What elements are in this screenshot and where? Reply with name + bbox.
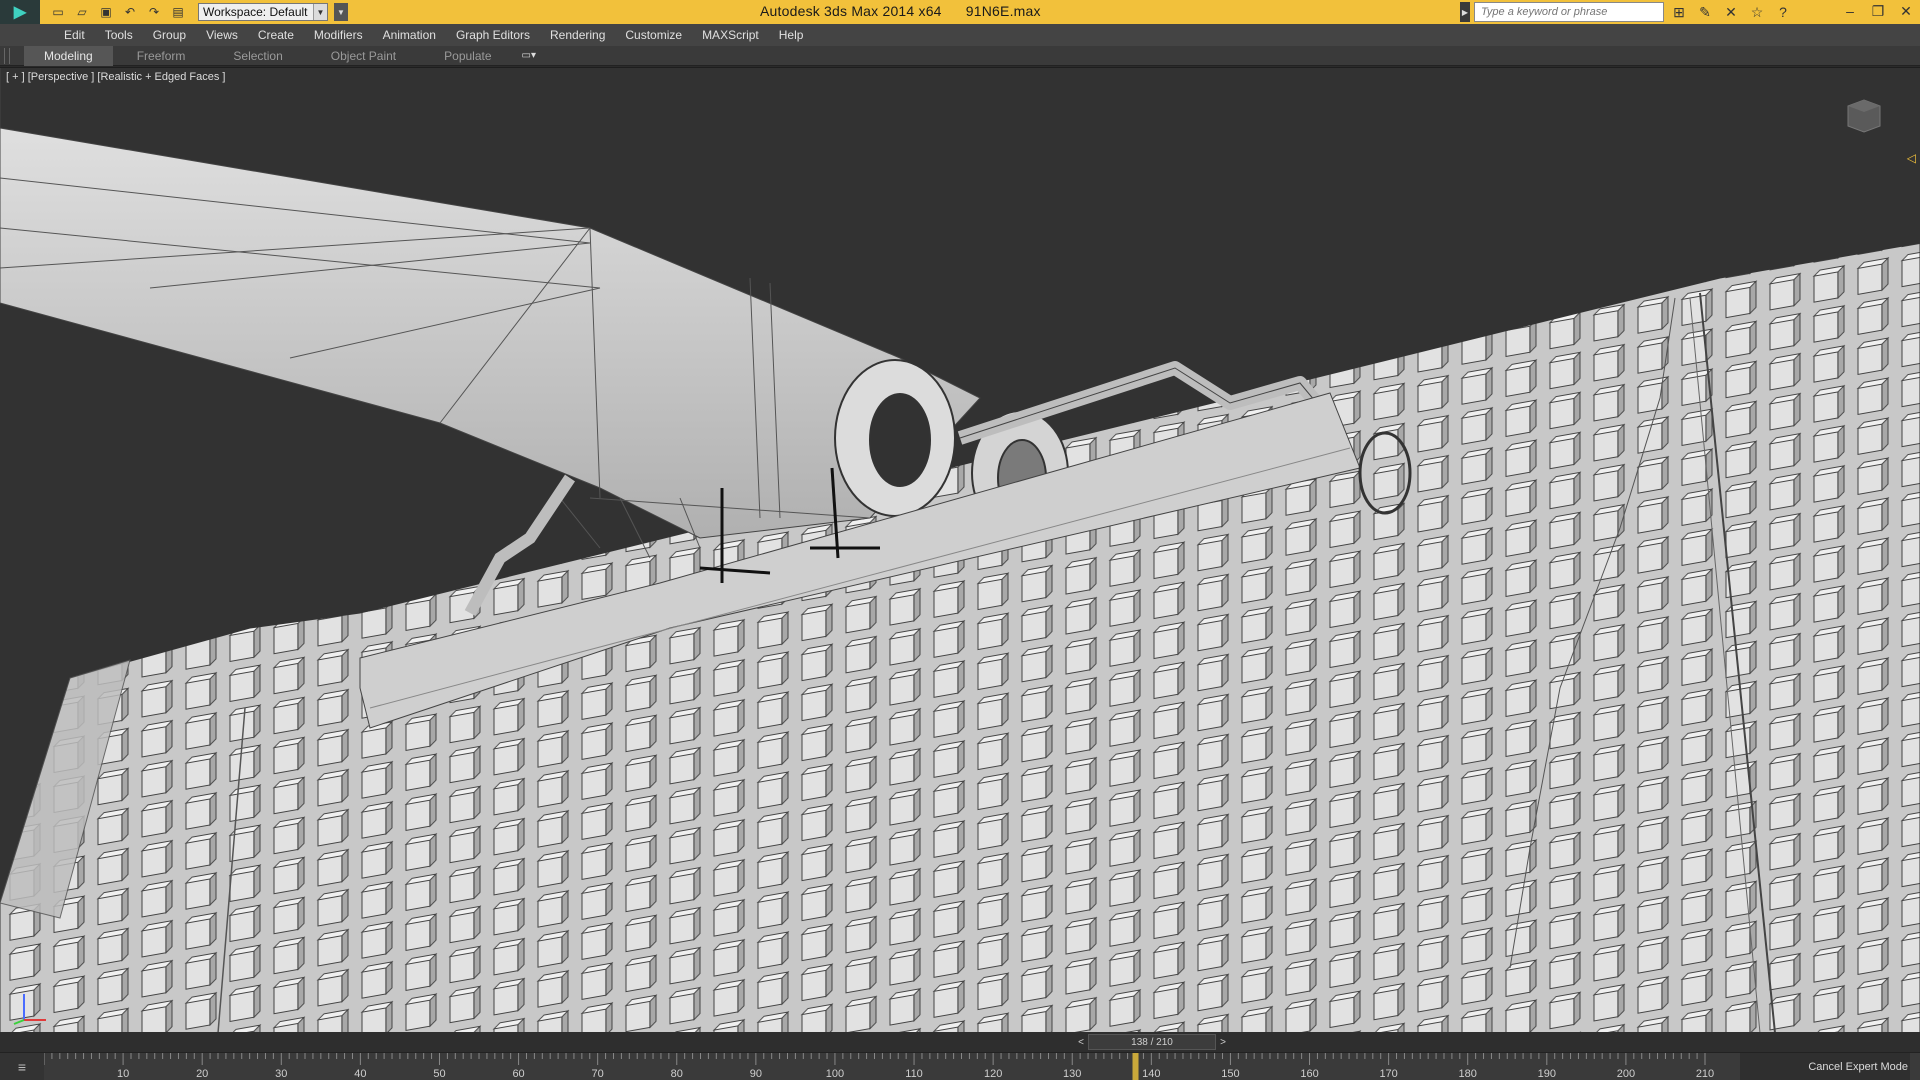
ruler-label: 180 xyxy=(1459,1068,1477,1080)
close-icon[interactable]: ✕ xyxy=(1892,0,1920,22)
expand-arrow-icon[interactable]: ▶ xyxy=(1460,2,1470,22)
menu-views[interactable]: Views xyxy=(196,28,248,42)
restore-icon[interactable]: ❐ xyxy=(1864,0,1892,22)
frame-ruler[interactable]: 10 20 30 40 50 60 70 80 90 100 110 120 130 140 150 160 1… xyxy=(44,1053,1744,1080)
menu-help[interactable]: Help xyxy=(769,28,814,42)
help-icon[interactable]: ? xyxy=(1772,2,1794,22)
menu-bar: Edit Tools Group Views Create Modifiers … xyxy=(0,24,1920,46)
menu-graph-editors[interactable]: Graph Editors xyxy=(446,28,540,42)
ruler-label: 100 xyxy=(826,1068,844,1080)
title-bar: ▶ ▭ ▱ ▣ ↶ ↷ ▤ Workspace: Default ▼ ▼ Aut… xyxy=(0,0,1920,24)
ruler-label: 200 xyxy=(1617,1068,1635,1080)
ribbon-grip[interactable] xyxy=(4,47,10,64)
open-icon[interactable]: ▱ xyxy=(72,3,92,21)
star-icon[interactable]: ☆ xyxy=(1746,2,1768,22)
ruler-label: 120 xyxy=(984,1068,1002,1080)
viewcube-icon[interactable] xyxy=(1844,98,1884,134)
infocenter: ▶ ⊞ ✎ ✕ ☆ ? xyxy=(1460,2,1794,22)
ruler-label: 190 xyxy=(1538,1068,1556,1080)
tab-populate[interactable]: Populate xyxy=(420,46,515,66)
viewport-label[interactable]: [ + ] [Perspective ] [Realistic + Edged … xyxy=(6,71,226,83)
undo-icon[interactable]: ↶ xyxy=(120,3,140,21)
menu-tools[interactable]: Tools xyxy=(95,28,143,42)
ruler-label: 40 xyxy=(354,1068,366,1080)
ruler-label: 140 xyxy=(1142,1068,1160,1080)
tab-object-paint[interactable]: Object Paint xyxy=(307,46,420,66)
next-frame-button[interactable]: > xyxy=(1216,1034,1230,1050)
perspective-viewport[interactable]: [ + ] [Perspective ] [Realistic + Edged … xyxy=(0,67,1920,1032)
ruler-label: 160 xyxy=(1300,1068,1318,1080)
minimize-icon[interactable]: – xyxy=(1836,0,1864,22)
ruler-label: 10 xyxy=(117,1068,129,1080)
menu-edit[interactable]: Edit xyxy=(54,28,95,42)
open-mini-curve-editor-icon[interactable]: ≡ xyxy=(0,1053,44,1080)
workspace-select[interactable]: Workspace: Default ▼ xyxy=(198,3,328,21)
redo-icon[interactable]: ↷ xyxy=(144,3,164,21)
ruler-label: 150 xyxy=(1221,1068,1239,1080)
ruler-label: 20 xyxy=(196,1068,208,1080)
project-icon[interactable]: ▤ xyxy=(168,3,188,21)
chevron-down-icon: ▼ xyxy=(313,4,327,20)
ruler-label: 170 xyxy=(1379,1068,1397,1080)
new-icon[interactable]: ▭ xyxy=(48,3,68,21)
quick-access-dropdown-icon[interactable]: ▼ xyxy=(334,3,348,21)
viewport-marker-icon: ◁ xyxy=(1906,151,1916,165)
ruler-label: 130 xyxy=(1063,1068,1081,1080)
menu-group[interactable]: Group xyxy=(143,28,196,42)
tab-freeform[interactable]: Freeform xyxy=(113,46,210,66)
menu-rendering[interactable]: Rendering xyxy=(540,28,615,42)
quick-access-toolbar: ▭ ▱ ▣ ↶ ↷ ▤ Workspace: Default ▼ ▼ xyxy=(40,0,348,24)
tab-selection[interactable]: Selection xyxy=(209,46,306,66)
binoculars-icon[interactable]: ⊞ xyxy=(1668,2,1690,22)
ribbon-options-icon[interactable]: ▭▾ xyxy=(522,50,536,61)
ruler-label: 50 xyxy=(433,1068,445,1080)
cancel-expert-mode-button[interactable]: Cancel Expert Mode xyxy=(1740,1053,1910,1080)
workspace-label: Workspace: Default xyxy=(203,5,308,19)
time-slider[interactable]: < 138 / 210 > xyxy=(0,1032,1920,1052)
ribbon-tabs: Modeling Freeform Selection Object Paint… xyxy=(0,45,1920,66)
scene-render xyxy=(0,68,1920,1032)
menu-modifiers[interactable]: Modifiers xyxy=(304,28,373,42)
frame-indicator[interactable]: 138 / 210 xyxy=(1088,1034,1216,1050)
ruler-label: 210 xyxy=(1696,1068,1714,1080)
boom-arm xyxy=(0,68,981,539)
menu-maxscript[interactable]: MAXScript xyxy=(692,28,769,42)
time-slider-nav: < 138 / 210 > xyxy=(1074,1034,1230,1050)
ruler-label: 60 xyxy=(512,1068,524,1080)
ruler-label: 70 xyxy=(592,1068,604,1080)
window-title: Autodesk 3ds Max 2014 x64 91N6E.max xyxy=(760,3,1061,19)
ruler-label: 80 xyxy=(671,1068,683,1080)
menu-animation[interactable]: Animation xyxy=(373,28,446,42)
save-icon[interactable]: ▣ xyxy=(96,3,116,21)
menu-customize[interactable]: Customize xyxy=(615,28,692,42)
track-bar: ≡ 10 20 30 40 50 60 70 80 90 100 110 120 130 140 150 16… xyxy=(0,1052,1920,1080)
menu-create[interactable]: Create xyxy=(248,28,304,42)
window-controls: – ❐ ✕ xyxy=(1836,0,1920,24)
current-frame-marker[interactable] xyxy=(1132,1053,1139,1080)
prev-frame-button[interactable]: < xyxy=(1074,1034,1088,1050)
app-logo-icon[interactable]: ▶ xyxy=(0,0,40,24)
ruler-label: 90 xyxy=(750,1068,762,1080)
tools-icon[interactable]: ✎ xyxy=(1694,2,1716,22)
ruler-label: 110 xyxy=(905,1068,923,1080)
signin-icon[interactable]: ✕ xyxy=(1720,2,1742,22)
search-input[interactable] xyxy=(1474,2,1664,22)
tab-modeling[interactable]: Modeling xyxy=(24,45,113,66)
file-name: 91N6E.max xyxy=(965,3,1041,19)
axis-tripod-icon xyxy=(13,994,46,1025)
ruler-label: 30 xyxy=(275,1068,287,1080)
app-name: Autodesk 3ds Max 2014 x64 xyxy=(760,3,942,19)
